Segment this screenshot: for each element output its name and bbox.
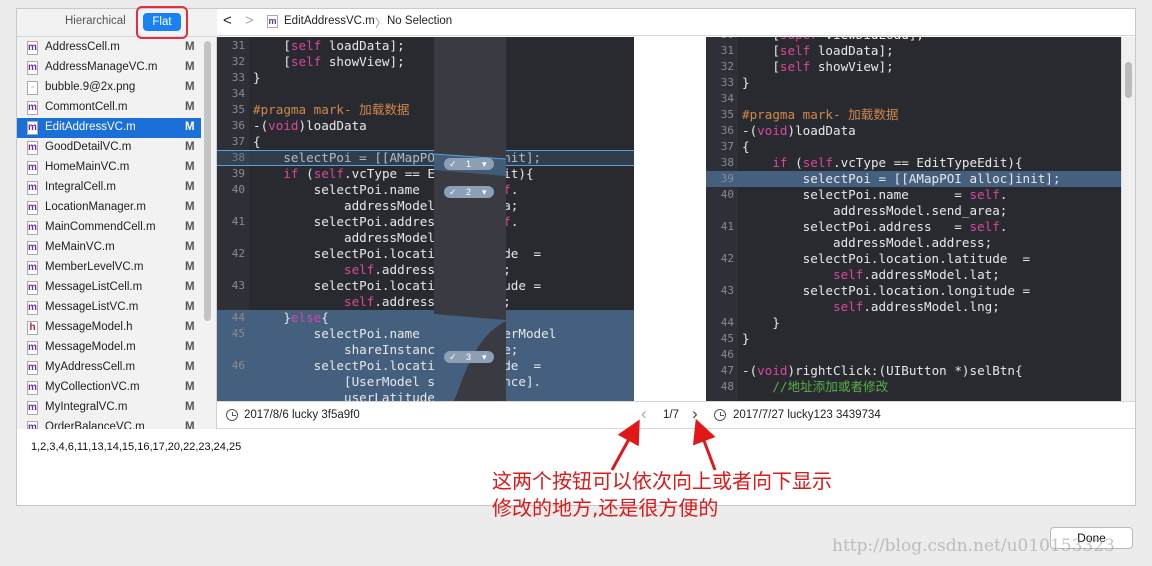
- watermark: http://blog.csdn.net/u010153323: [832, 536, 1115, 556]
- annotation-line-2: 修改的地方,还是很方便的: [492, 496, 719, 520]
- annotation-line-1: 这两个按钮可以依次向上或者向下显示: [492, 469, 832, 493]
